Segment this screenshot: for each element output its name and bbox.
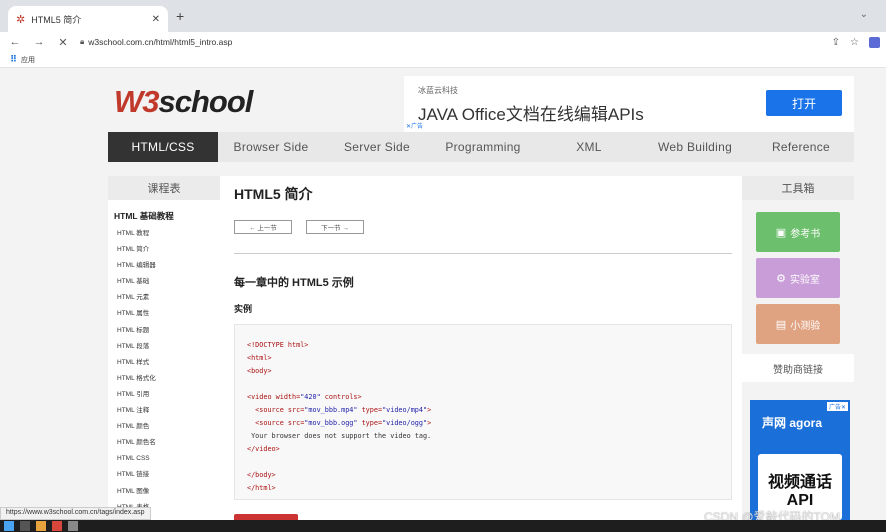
- code-line: <video width="420" controls>: [247, 393, 362, 401]
- sidebar-link[interactable]: HTML 段落: [117, 339, 220, 355]
- lock-icon: 🔒︎: [80, 37, 85, 46]
- clipboard-icon: ▤: [775, 318, 787, 331]
- taskbar: [0, 520, 886, 532]
- toolbox-header: 工具箱: [742, 176, 854, 200]
- sidebar-link[interactable]: HTML 链接: [117, 467, 220, 483]
- nav-programming[interactable]: Programming: [430, 132, 536, 162]
- toolbox-sidebar: 工具箱 ▣ 参考书 ⚙ 实验室 ▤ 小测验 赞助商链接 广告✕ 声网 agora…: [742, 176, 854, 520]
- sponsor-line: 视频通话: [767, 474, 832, 491]
- bookmarks-bar: ⠿ 应用: [0, 52, 886, 68]
- chrome-icon[interactable]: [52, 521, 62, 531]
- code-line: Your browser does not support the video …: [247, 432, 432, 440]
- back-icon[interactable]: ←: [6, 36, 24, 48]
- status-bar-url: https://www.w3school.com.cn/tags/index.a…: [0, 507, 151, 520]
- sidebar-link[interactable]: HTML 属性: [117, 306, 220, 322]
- sidebar-link[interactable]: HTML 颜色名: [117, 435, 220, 451]
- main-content: HTML5 简介 ← 上一节 下一节 → 每一章中的 HTML5 示例 实例 <…: [220, 176, 742, 520]
- sidebar-link[interactable]: HTML 颜色: [117, 419, 220, 435]
- code-line: </body>: [247, 471, 276, 479]
- nav-xml[interactable]: XML: [536, 132, 642, 162]
- nav-web-building[interactable]: Web Building: [642, 132, 748, 162]
- code-line: <source src="mov_bbb.ogg" type="video/og…: [247, 419, 432, 427]
- sidebar-link[interactable]: HTML 基础: [117, 274, 220, 290]
- next-button[interactable]: 下一节 →: [306, 220, 364, 234]
- sponsor-header: 赞助商链接: [742, 354, 854, 382]
- url-text: w3school.com.cn/html/html5_intro.asp: [88, 37, 233, 47]
- sidebar-link[interactable]: HTML 教程: [117, 226, 220, 242]
- quiz-button[interactable]: ▤ 小测验: [756, 304, 840, 344]
- main-nav: HTML/CSS Browser Side Server Side Progra…: [108, 132, 854, 162]
- ad-close-icon[interactable]: ✕广告: [406, 121, 423, 130]
- tab-title: HTML5 简介: [31, 14, 82, 25]
- course-sidebar: 课程表 HTML 基础教程 HTML 教程 HTML 简介 HTML 编辑器 H…: [108, 176, 220, 520]
- extension-icon[interactable]: [869, 36, 880, 48]
- apps-grid-icon[interactable]: ⠿: [10, 54, 17, 65]
- address-bar[interactable]: 🔒︎ w3school.com.cn/html/html5_intro.asp: [80, 37, 832, 47]
- close-tab-icon[interactable]: ✕: [152, 14, 160, 25]
- code-line: <body>: [247, 367, 272, 375]
- code-line: </video>: [247, 445, 280, 453]
- share-icon[interactable]: ⇪: [832, 37, 840, 48]
- tab-search-icon[interactable]: ⌄: [860, 9, 868, 20]
- favicon-icon: ✲: [16, 13, 26, 26]
- sidebar-link[interactable]: HTML 编辑器: [117, 258, 220, 274]
- sidebar-section-title: HTML 基础教程: [114, 211, 174, 221]
- sponsor-ad[interactable]: 广告✕ 声网 agora 视频通话 API: [750, 400, 850, 520]
- code-line: </html>: [247, 484, 276, 492]
- nav-server-side[interactable]: Server Side: [324, 132, 430, 162]
- task-view-icon[interactable]: [20, 521, 30, 531]
- reference-button[interactable]: ▣ 参考书: [756, 212, 840, 252]
- windows-start-icon[interactable]: [4, 521, 14, 531]
- sponsor-brand: 声网 agora: [762, 416, 823, 430]
- stop-icon[interactable]: ✕: [54, 36, 72, 49]
- example-heading: 实例: [234, 304, 253, 314]
- ad-subtitle: 冰蓝云科技: [418, 86, 458, 95]
- sidebar-link[interactable]: HTML CSS: [117, 451, 220, 467]
- section-heading: 每一章中的 HTML5 示例: [234, 277, 354, 289]
- site-logo[interactable]: W3school: [114, 84, 253, 120]
- divider: [234, 253, 732, 254]
- gear-icon: ⚙: [776, 272, 786, 285]
- forward-icon[interactable]: →: [30, 36, 48, 48]
- web-page: W3school 冰蓝云科技 JAVA Office文档在线编辑APIs ✕广告…: [0, 68, 886, 520]
- new-tab-icon[interactable]: +: [176, 8, 184, 24]
- ad-banner[interactable]: 冰蓝云科技 JAVA Office文档在线编辑APIs ✕广告 打开: [404, 76, 854, 132]
- bookmark-apps[interactable]: 应用: [21, 55, 35, 65]
- ad-close-icon[interactable]: 广告✕: [826, 402, 848, 411]
- code-example: <!DOCTYPE html> <html> <body> <video wid…: [234, 324, 732, 500]
- code-line: <html>: [247, 354, 272, 362]
- sidebar-link[interactable]: HTML 注释: [117, 403, 220, 419]
- browser-tab[interactable]: ✲ HTML5 简介 ✕: [8, 6, 168, 32]
- nav-html-css[interactable]: HTML/CSS: [108, 132, 218, 162]
- sidebar-link[interactable]: HTML 引用: [117, 387, 220, 403]
- sidebar-link[interactable]: HTML 格式化: [117, 371, 220, 387]
- ad-open-button[interactable]: 打开: [766, 90, 842, 116]
- sidebar-header: 课程表: [108, 176, 220, 200]
- prev-button[interactable]: ← 上一节: [234, 220, 292, 234]
- tab-strip: ✲ HTML5 简介 ✕ + ⌄: [0, 0, 886, 32]
- nav-browser-side[interactable]: Browser Side: [218, 132, 324, 162]
- code-line: <source src="mov_bbb.mp4" type="video/mp…: [247, 406, 432, 414]
- sidebar-link[interactable]: HTML 标题: [117, 323, 220, 339]
- code-line: <!DOCTYPE html>: [247, 341, 309, 349]
- ad-title: JAVA Office文档在线编辑APIs: [418, 105, 644, 124]
- browser-toolbar: ← → ✕ 🔒︎ w3school.com.cn/html/html5_intr…: [0, 32, 886, 52]
- star-icon[interactable]: ☆: [850, 37, 859, 48]
- sidebar-link[interactable]: HTML 样式: [117, 355, 220, 371]
- sidebar-link[interactable]: HTML 简介: [117, 242, 220, 258]
- file-explorer-icon[interactable]: [36, 521, 46, 531]
- book-icon: ▣: [775, 226, 787, 239]
- lab-button[interactable]: ⚙ 实验室: [756, 258, 840, 298]
- page-title: HTML5 简介: [234, 186, 313, 202]
- settings-icon[interactable]: [68, 521, 78, 531]
- sidebar-link[interactable]: HTML 元素: [117, 290, 220, 306]
- sidebar-link[interactable]: HTML 图像: [117, 484, 220, 500]
- nav-reference[interactable]: Reference: [748, 132, 854, 162]
